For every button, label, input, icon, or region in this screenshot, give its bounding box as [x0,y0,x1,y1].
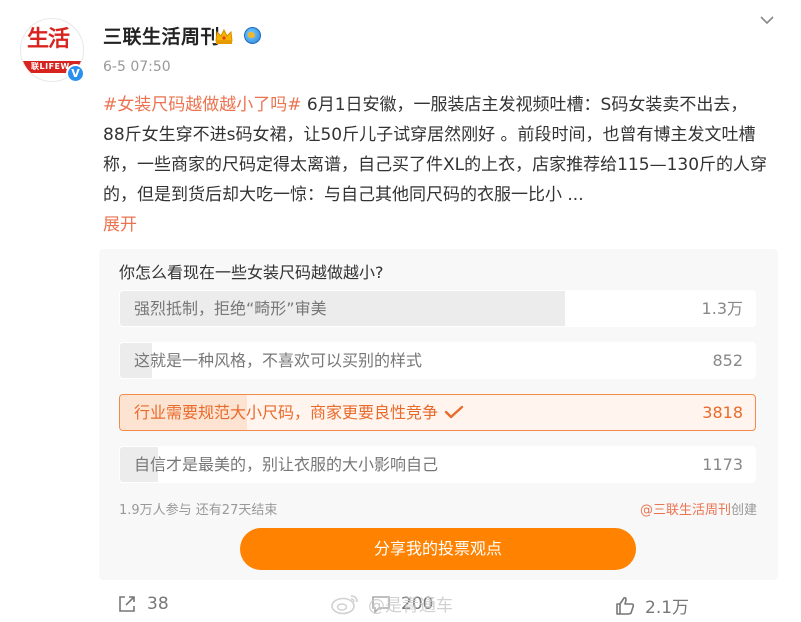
hashtag-link[interactable]: #女装尺码越做越小了吗# [103,95,302,115]
poll-option-label: 这就是一种风格，不喜欢可以买别的样式 [134,351,423,370]
globe-badge-icon [244,27,261,44]
poll-option-count: 1.3万 [701,299,743,318]
share-vote-button[interactable]: 分享我的投票观点 [240,528,636,570]
poll-creator-link[interactable]: @三联生活周刊 [640,503,731,518]
poll-creator: @三联生活周刊创建 [640,499,757,518]
watermark: @是青通车 [330,591,453,616]
poll-stats: 1.9万人参与 还有27天结束 [119,503,278,518]
like-button[interactable]: 2.1万 [614,593,689,618]
check-icon [444,405,464,419]
poll-option-label: 行业需要规范大小尺码，商家更要良性竞争 [134,395,464,430]
poll-option-count: 852 [712,351,743,370]
watermark-text: @是青通车 [368,596,453,616]
post-time[interactable]: 6-5 07:50 [103,59,171,75]
poll-creator-suffix: 创建 [730,503,757,518]
like-count: 2.1万 [645,598,690,618]
poll-option-count: 1173 [702,455,743,474]
poll-option-selected[interactable]: 行业需要规范大小尺码，商家更要良性竞争 3818 [119,394,756,431]
account-name[interactable]: 三联生活周刊 [103,22,220,49]
crown-icon [215,28,233,44]
repost-count: 38 [147,594,169,614]
poll-card: 你怎么看现在一些女装尺码越做越小? 强烈抵制，拒绝“畸形”审美 1.3万 这就是… [99,249,778,580]
poll-option-label: 强烈抵制，拒绝“畸形”审美 [134,299,327,318]
thumbs-up-icon [616,596,635,615]
poll-option[interactable]: 强烈抵制，拒绝“畸形”审美 1.3万 [119,290,756,327]
poll-option-label-text: 行业需要规范大小尺码，商家更要良性竞争 [134,403,439,422]
verified-badge-icon: V [66,64,85,83]
weibo-logo-icon [331,594,358,614]
repost-icon [119,596,135,612]
poll-option[interactable]: 自信才是最美的，别让衣服的大小影响自己 1173 [119,446,756,483]
repost-button[interactable]: 38 [116,593,169,615]
poll-option-label: 自信才是最美的，别让衣服的大小影响自己 [134,455,439,474]
poll-option[interactable]: 这就是一种风格，不喜欢可以买别的样式 852 [119,342,756,379]
poll-option-count: 3818 [702,403,743,422]
post-text: #女装尺码越做越小了吗# 6月1日安徽，一服装店主发视频吐槽：S码女装卖不出去，… [103,90,768,240]
expand-link[interactable]: 展开 [103,215,137,235]
chevron-down-icon[interactable] [759,12,775,28]
poll-question: 你怎么看现在一些女装尺码越做越小? [119,263,384,282]
avatar-logo-text: 生活 [27,26,70,52]
